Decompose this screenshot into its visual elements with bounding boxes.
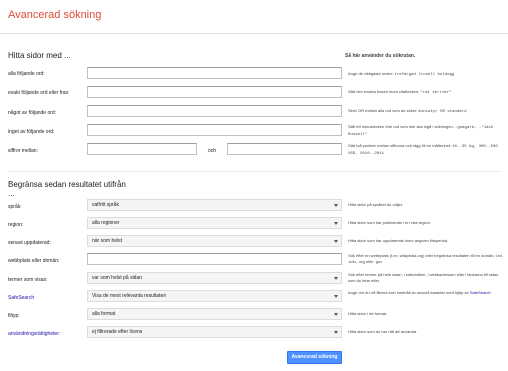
page-header: Avancerad sökning <box>0 0 508 34</box>
numbers-to-input[interactable] <box>227 143 342 155</box>
region-label: region: <box>8 222 24 228</box>
usage-rights-help: Hitta sidor som du har rätt att använda. <box>348 329 418 334</box>
file-type-select[interactable]: alla format <box>87 308 342 320</box>
region-select[interactable]: alla regioner <box>87 217 342 229</box>
any-words-input[interactable] <box>87 105 342 117</box>
chevron-down-icon <box>334 313 338 316</box>
chevron-down-icon <box>334 331 338 334</box>
numbers-range-label: siffror mellan: <box>8 148 38 154</box>
chevron-down-icon <box>334 277 338 280</box>
find-section-title: Hitta sidor med ... <box>8 51 71 60</box>
last-update-help: Hitta sidor som har uppdaterats inom ang… <box>348 238 449 243</box>
language-label: språk: <box>8 204 22 210</box>
chevron-down-icon <box>334 222 338 225</box>
terms-appearing-help: Sök efter termer på hela sidan, i sidrub… <box>348 272 499 283</box>
any-words-label: något av följande ord: <box>8 110 57 116</box>
safesearch-link[interactable]: SafeSearch <box>8 295 34 301</box>
numbers-and-label: och <box>208 148 217 154</box>
exact-phrase-help: Sätt den exakta frasen inom citattecken:… <box>348 89 452 95</box>
narrow-section-title: Begränsa sedan resultatet utifrån ... <box>8 180 126 198</box>
none-words-input[interactable] <box>87 124 342 136</box>
none-words-help: Sätt ett minustecken före ord som inte s… <box>348 124 494 137</box>
site-domain-label: webbplats eller domän: <box>8 258 60 264</box>
exact-phrase-input[interactable] <box>87 86 342 98</box>
file-type-help: Hitta sidor i ett format. <box>348 311 388 316</box>
all-words-input[interactable] <box>87 67 342 79</box>
terms-appearing-select[interactable]: var som helst på sidan <box>87 272 342 284</box>
file-type-label: filtyp: <box>8 313 20 319</box>
numbers-from-input[interactable] <box>87 143 197 155</box>
any-words-help: Skriv OR mellan alla ord som du söker: m… <box>348 108 467 114</box>
language-select[interactable]: valfritt språk <box>87 199 342 211</box>
terms-appearing-label: termer som visas: <box>8 277 48 283</box>
usage-rights-link[interactable]: användningsrättigheter: <box>8 331 60 337</box>
usage-rights-select[interactable]: ej filtrerade efter licens <box>87 326 342 338</box>
section-divider <box>8 171 500 172</box>
chevron-down-icon <box>334 295 338 298</box>
region-help: Hitta sidor som har publicerats i en vis… <box>348 220 431 225</box>
page-title: Avancerad sökning <box>8 9 102 21</box>
all-words-help: Ange de viktigaste orden: trefärgad Jrus… <box>348 71 455 77</box>
numbers-range-help: Sätt två punkter mellan siffrorna och lä… <box>348 143 498 156</box>
none-words-label: inget av följande ord: <box>8 129 55 135</box>
chevron-down-icon <box>334 204 338 207</box>
safesearch-help-link[interactable]: SafeSearch <box>470 290 491 295</box>
language-help: Hitta sidor på språket du väljer. <box>348 202 403 207</box>
chevron-down-icon <box>334 240 338 243</box>
exact-phrase-label: exakt följande ord eller fras: <box>8 90 70 96</box>
last-update-select[interactable]: när som helst <box>87 235 342 247</box>
safesearch-select[interactable]: Visa de mest relevanta resultaten <box>87 290 342 302</box>
all-words-label: alla följande ord: <box>8 71 45 77</box>
safesearch-help: Ange om du vill filtrera bort innehåll a… <box>348 290 491 295</box>
find-section-help: Så här använder du sökrutan. <box>345 53 416 59</box>
site-domain-input[interactable] <box>87 253 342 265</box>
advanced-search-button[interactable]: Avancerad sökning <box>287 351 342 364</box>
site-domain-help: Sök efter en webbplats (t.ex. wikipedia.… <box>348 253 504 264</box>
last-update-label: senast uppdaterad: <box>8 240 51 246</box>
